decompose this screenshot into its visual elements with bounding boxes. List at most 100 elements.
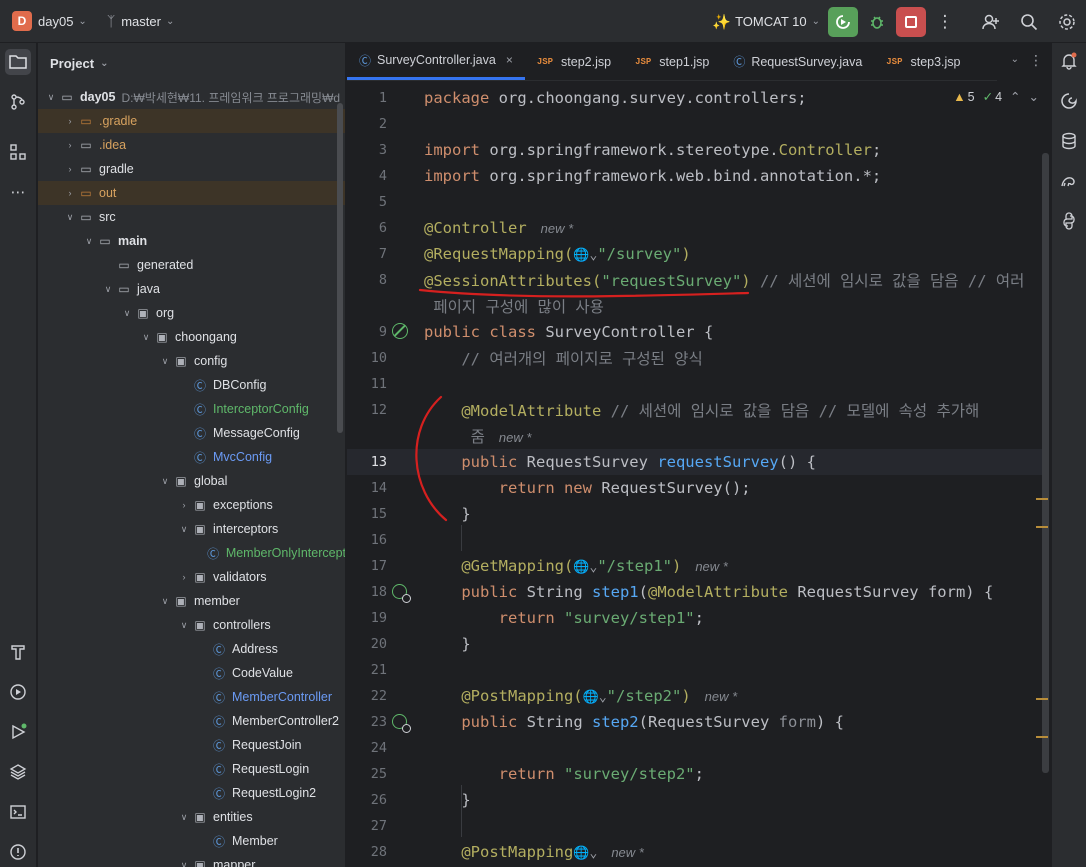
add-user-icon[interactable] — [972, 0, 1010, 43]
gradle-icon[interactable] — [1057, 169, 1081, 193]
tree-item[interactable]: Ⓒ MessageConfig — [38, 421, 345, 445]
chevron-down-icon[interactable]: ∨ — [177, 620, 191, 631]
chevron-down-icon[interactable]: ∨ — [177, 812, 191, 823]
tree-item[interactable]: › ▭ out — [38, 181, 345, 205]
chevron-down-icon[interactable]: ∨ — [139, 332, 153, 343]
more-menu-icon[interactable]: ⋮ — [926, 0, 964, 43]
terminal-icon[interactable] — [5, 799, 31, 825]
chevron-right-icon[interactable]: › — [63, 116, 77, 126]
chevron-down-icon[interactable]: ⌄ — [100, 58, 108, 69]
chevron-down-icon[interactable]: ∨ — [177, 860, 191, 867]
rerun-button[interactable] — [828, 6, 858, 37]
chevron-down-icon[interactable]: ∨ — [158, 476, 172, 487]
close-icon[interactable]: × — [506, 53, 513, 67]
tree-item[interactable]: Ⓒ RequestJoin — [38, 733, 345, 757]
chevron-down-icon[interactable]: ∨ — [101, 284, 115, 295]
tree-item[interactable]: › ▭ gradle — [38, 157, 345, 181]
tree-item[interactable]: ∨ ▣ mapper — [38, 853, 345, 867]
chevron-down-icon[interactable]: ⌄ — [812, 16, 820, 27]
project-panel-header[interactable]: Project ⌄ — [38, 43, 345, 83]
package-icon: ▣ — [175, 354, 187, 368]
tree-item[interactable]: › ▭ .idea — [38, 133, 345, 157]
chevron-right-icon[interactable]: › — [63, 164, 77, 174]
chevron-right-icon[interactable]: › — [63, 140, 77, 150]
tree-item[interactable]: Ⓒ MvcConfig — [38, 445, 345, 469]
ai-assistant-icon[interactable] — [1057, 89, 1081, 113]
tree-item[interactable]: ∨ ▣ member — [38, 589, 345, 613]
chevron-down-icon[interactable]: ∨ — [158, 356, 172, 367]
search-icon[interactable] — [1010, 0, 1048, 43]
editor-scrollbar[interactable] — [1042, 153, 1049, 773]
tree-item[interactable]: Ⓒ MemberOnlyIntercept — [38, 541, 345, 565]
chevron-down-icon[interactable]: ∨ — [120, 308, 134, 319]
branch-icon[interactable]: ᛉ — [107, 13, 115, 29]
tree-item[interactable]: › ▣ exceptions — [38, 493, 345, 517]
more-menu-icon[interactable]: ⋮ — [1029, 52, 1043, 69]
tree-item[interactable]: ∨ ▣ controllers — [38, 613, 345, 637]
tree-item[interactable]: ∨ ▣ interceptors — [38, 517, 345, 541]
tree-item[interactable]: › ▭ .gradle — [38, 109, 345, 133]
chevron-right-icon[interactable]: › — [177, 572, 191, 582]
python-icon[interactable] — [1057, 209, 1081, 233]
tree-item[interactable]: Ⓒ DBConfig — [38, 373, 345, 397]
run-config-name[interactable]: TOMCAT 10 — [735, 14, 807, 29]
scrollbar[interactable] — [337, 103, 343, 433]
chevron-down-icon[interactable]: ∨ — [82, 236, 96, 247]
debug-button[interactable] — [862, 7, 892, 37]
tree-item[interactable]: ∨ ▭ day05 D:₩박세현₩11. 프레임워크 프로그래밍₩d — [38, 85, 345, 109]
structure-icon[interactable] — [5, 139, 31, 165]
more-tools-icon[interactable]: ⋯ — [5, 179, 31, 205]
editor-tab[interactable]: Ⓒ RequestSurvey.java — [721, 43, 874, 80]
chevron-down-icon[interactable]: ⌄ — [1011, 54, 1019, 65]
layers-icon[interactable] — [5, 759, 31, 785]
tree-item[interactable]: Ⓒ Address — [38, 637, 345, 661]
tree-item[interactable]: Ⓒ CodeValue — [38, 661, 345, 685]
editor-tab[interactable]: JSP step3.jsp — [874, 43, 972, 80]
commit-icon[interactable] — [5, 89, 31, 115]
code-area[interactable]: 1 package org.choongang.survey.controller… — [347, 83, 1051, 867]
tree-item[interactable]: Ⓒ RequestLogin — [38, 757, 345, 781]
tree-item[interactable]: ∨ ▣ config — [38, 349, 345, 373]
tree-item[interactable]: ∨ ▣ choongang — [38, 325, 345, 349]
tree-item[interactable]: Ⓒ InterceptorConfig — [38, 397, 345, 421]
tree-item[interactable]: Ⓒ Member — [38, 829, 345, 853]
project-badge[interactable]: D — [12, 11, 32, 31]
problems-icon[interactable] — [5, 839, 31, 865]
code-line: 24 — [370, 740, 387, 756]
database-icon[interactable] — [1057, 129, 1081, 153]
tree-item[interactable]: ∨ ▭ src — [38, 205, 345, 229]
tree-item[interactable]: ∨ ▭ main — [38, 229, 345, 253]
chevron-down-icon[interactable]: ∨ — [44, 92, 58, 103]
tree-item[interactable]: ∨ ▣ entities — [38, 805, 345, 829]
editor-tab[interactable]: JSP step2.jsp — [525, 43, 623, 80]
services-icon[interactable] — [5, 679, 31, 705]
chevron-down-icon[interactable]: ∨ — [177, 524, 191, 535]
tree-item[interactable]: ∨ ▣ global — [38, 469, 345, 493]
stop-button[interactable] — [896, 6, 926, 37]
chevron-down-icon[interactable]: ∨ — [158, 596, 172, 607]
chevron-down-icon[interactable]: ∨ — [63, 212, 77, 223]
notifications-icon[interactable] — [1057, 49, 1081, 73]
tree-item[interactable]: › ▣ validators — [38, 565, 345, 589]
tree-item-label: RequestLogin — [232, 762, 310, 776]
editor-tab[interactable]: Ⓒ SurveyController.java × — [347, 43, 525, 80]
chevron-right-icon[interactable]: › — [177, 500, 191, 510]
folder-icon[interactable] — [5, 49, 31, 75]
class-icon: Ⓒ — [193, 426, 206, 441]
run-icon[interactable] — [5, 719, 31, 745]
jsp-file-icon: JSP — [886, 56, 903, 67]
gear-icon[interactable] — [1048, 0, 1086, 43]
tree-item[interactable]: Ⓒ MemberController — [38, 685, 345, 709]
chevron-right-icon[interactable]: › — [63, 188, 77, 198]
build-icon[interactable] — [5, 639, 31, 665]
tree-item[interactable]: ▭ generated — [38, 253, 345, 277]
tree-item[interactable]: ∨ ▭ java — [38, 277, 345, 301]
project-name[interactable]: day05 — [38, 14, 73, 29]
tree-item[interactable]: Ⓒ MemberController2 — [38, 709, 345, 733]
tree-item[interactable]: ∨ ▣ org — [38, 301, 345, 325]
editor-tab[interactable]: JSP step1.jsp — [623, 43, 721, 80]
branch-name[interactable]: master — [121, 14, 161, 29]
chevron-down-icon[interactable]: ⌄ — [78, 16, 86, 27]
tree-item[interactable]: Ⓒ RequestLogin2 — [38, 781, 345, 805]
chevron-down-icon[interactable]: ⌄ — [166, 16, 174, 27]
